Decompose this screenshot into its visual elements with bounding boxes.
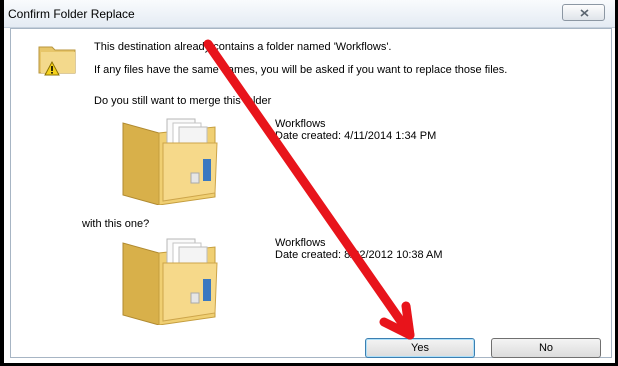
confirm-folder-replace-dialog: Confirm Folder Replace This destination … (0, 0, 618, 366)
dialog-content: This destination already contains a fold… (10, 28, 612, 358)
dialog-title: Confirm Folder Replace (8, 7, 135, 21)
source-folder-date: Date created: 4/11/2014 1:34 PM (275, 130, 437, 142)
source-folder-name: Workflows (275, 118, 326, 130)
yes-button[interactable]: Yes (365, 338, 475, 358)
detail-text: If any files have the same names, you wi… (94, 64, 508, 76)
close-icon (580, 9, 589, 17)
title-bar[interactable]: Confirm Folder Replace (4, 0, 615, 28)
with-this-one-label: with this one? (82, 218, 150, 230)
question-text: Do you still want to merge this folder (94, 95, 272, 107)
folder-icon (119, 233, 229, 328)
folder-icon (119, 113, 229, 208)
source-folder-info: Workflows Date created: 4/11/2014 1:34 P… (275, 118, 436, 142)
close-button[interactable] (562, 4, 605, 21)
warning-folder-icon (37, 41, 79, 80)
destination-folder-date: Date created: 8/22/2012 10:38 AM (275, 249, 443, 261)
message-text: This destination already contains a fold… (94, 41, 392, 53)
no-button[interactable]: No (491, 338, 601, 358)
destination-folder-info: Workflows Date created: 8/22/2012 10:38 … (275, 237, 443, 261)
destination-folder-name: Workflows (275, 237, 326, 249)
